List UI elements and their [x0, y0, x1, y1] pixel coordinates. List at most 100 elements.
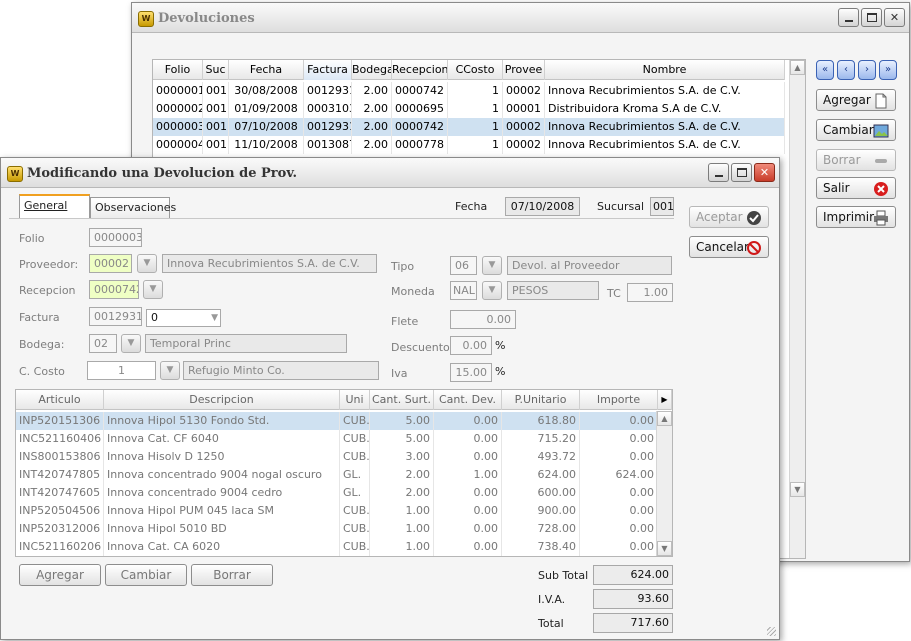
moneda-dropdown-icon[interactable]: ▼ [482, 281, 502, 300]
col-nombre[interactable]: Nombre [545, 60, 785, 80]
app-icon: W [7, 166, 23, 182]
exit-x-icon [874, 182, 888, 196]
scroll-down-arrow-icon[interactable]: ▼ [790, 482, 805, 497]
table-row[interactable]: 0000002 001 01/09/2008 0003103 2.00 0000… [153, 100, 785, 118]
col-articulo[interactable]: Articulo [16, 390, 104, 410]
item-row[interactable]: INT420747605 Innova concentrado 9004 cedr… [16, 484, 658, 502]
col-provee[interactable]: Provee [503, 60, 545, 80]
cell-descripcion: Innova concentrado 9004 cedro [104, 484, 340, 502]
factura-select[interactable]: 0 ▼ [146, 309, 221, 327]
factura-field: 0012931 [89, 307, 142, 326]
iva-field[interactable]: 15.00 [450, 363, 492, 382]
moneda-code-field[interactable]: NAL [450, 281, 477, 300]
cell-articulo: INP520312006 [16, 520, 104, 538]
aceptar-button[interactable]: Aceptar [689, 206, 769, 228]
proveedor-dropdown-icon[interactable]: ▼ [137, 254, 157, 273]
bodega-name-field: Temporal Princ [145, 334, 347, 353]
cell-descripcion: Innova Hipol 5010 BD [104, 520, 340, 538]
cell-importe: 0.00 [580, 412, 658, 430]
item-row[interactable]: INP520504506 Innova Hipol PUM 045 laca SM… [16, 502, 658, 520]
agregar-button[interactable]: Agregar [816, 89, 896, 111]
recepcion-field[interactable]: 0000742 [89, 280, 139, 299]
tipo-dropdown-icon[interactable]: ▼ [482, 256, 502, 275]
scroll-up-arrow-icon[interactable]: ▲ [657, 411, 672, 426]
col-cant-dev[interactable]: Cant. Dev. [434, 390, 502, 410]
tab-general-label: General [24, 199, 68, 212]
col-cant-surt[interactable]: Cant. Surt. [370, 390, 434, 410]
col-uni[interactable]: Uni [340, 390, 370, 410]
col-suc[interactable]: Suc [203, 60, 229, 80]
recepcion-dropdown-icon[interactable]: ▼ [143, 280, 163, 299]
bodega-dropdown-icon[interactable]: ▼ [121, 334, 141, 353]
maximize-button[interactable] [731, 163, 752, 182]
first-record-icon[interactable]: « [816, 60, 834, 80]
col-fecha[interactable]: Fecha [229, 60, 304, 80]
recepcion-label: Recepcion [19, 284, 76, 297]
cell-articulo: INP520151306 [16, 412, 104, 430]
col-factura[interactable]: Factura [304, 60, 352, 80]
flete-field[interactable]: 0.00 [450, 310, 516, 329]
borrar-button[interactable]: Borrar [816, 149, 896, 171]
add-row-button[interactable]: Agregar [19, 564, 101, 586]
item-row[interactable]: INP520151306 Innova Hipol 5130 Fondo Std.… [16, 412, 658, 430]
minimize-button[interactable] [708, 163, 729, 182]
table-scrollbar[interactable]: ▲ ▼ [789, 60, 805, 558]
table-row-selected[interactable]: 0000003 001 07/10/2008 0012931 2.00 0000… [153, 118, 785, 136]
sucursal-label: Sucursal [597, 200, 645, 213]
cancelar-button[interactable]: Cancelar [689, 236, 769, 258]
col-descripcion[interactable]: Descripcion [104, 390, 340, 410]
col-folio[interactable]: Folio [153, 60, 203, 80]
tab-observaciones[interactable]: Observaciones [90, 197, 176, 219]
ccosto-dropdown-icon[interactable]: ▼ [160, 361, 180, 380]
descuento-field[interactable]: 0.00 [450, 336, 492, 355]
col-punitario[interactable]: P.Unitario [502, 390, 580, 410]
item-row[interactable]: INC521160206 Innova Cat. CA 6020 CUB. 1.00 0… [16, 538, 658, 556]
last-record-icon[interactable]: » [879, 60, 897, 80]
table-row[interactable]: 0000004 001 11/10/2008 0013087 2.00 0000… [153, 136, 785, 154]
tipo-code-field[interactable]: 06 [450, 256, 477, 275]
cell-cant-dev: 0.00 [434, 412, 502, 430]
maximize-button[interactable] [861, 8, 882, 27]
item-row[interactable]: INP520312006 Innova Hipol 5010 BD CUB. 1.00… [16, 520, 658, 538]
cell-punitario: 715.20 [502, 430, 580, 448]
tab-divider [9, 218, 674, 219]
fecha-label: Fecha [455, 200, 488, 213]
item-row[interactable]: INS800153806 Innova Hisolv D 1250 CUB. 3.00… [16, 448, 658, 466]
col-ccosto[interactable]: CCosto [448, 60, 503, 80]
col-importe[interactable]: Importe [580, 390, 658, 410]
cell-cant-surt: 1.00 [370, 520, 434, 538]
col-recepcion[interactable]: Recepcion [392, 60, 448, 80]
items-scrollbar[interactable]: ▲ ▼ [656, 411, 672, 556]
checkmark-icon [747, 211, 761, 225]
close-button[interactable]: ✕ [754, 163, 775, 182]
item-row[interactable]: INC521160406 Innova Cat. CF 6040 CUB. 5.00 0… [16, 430, 658, 448]
change-row-button[interactable]: Cambiar [105, 564, 187, 586]
cell-uni: CUB. [340, 502, 370, 520]
cell-importe: 0.00 [580, 538, 658, 556]
salir-button[interactable]: Salir [816, 177, 896, 199]
tab-general[interactable]: General [19, 194, 90, 218]
cell-cant-dev: 1.00 [434, 466, 502, 484]
resize-grip-icon[interactable] [767, 627, 776, 636]
cell-descripcion: Innova Hipol PUM 045 laca SM [104, 502, 340, 520]
scroll-down-arrow-icon[interactable]: ▼ [657, 541, 672, 556]
item-row[interactable]: INT420747805 Innova concentrado 9004 noga… [16, 466, 658, 484]
proveedor-code-field[interactable]: 00002 [89, 254, 132, 273]
bodega-code-field[interactable]: 02 [89, 334, 117, 353]
total-field: 717.60 [593, 613, 673, 633]
close-button[interactable]: ✕ [884, 8, 905, 27]
dialog-titlebar: W Modificando una Devolucion de Prov. ✕ [1, 158, 779, 188]
col-bodega[interactable]: Bodega [352, 60, 392, 80]
scroll-right-arrow-icon[interactable]: ▶ [658, 390, 672, 410]
ccosto-code-field[interactable]: 1 [87, 361, 156, 380]
minimize-button[interactable] [838, 8, 859, 27]
imprimir-label: Imprimir [823, 210, 875, 224]
table-row[interactable]: 0000001 001 30/08/2008 0012931 2.00 0000… [153, 82, 785, 100]
delete-row-button[interactable]: Borrar [191, 564, 273, 586]
imprimir-button[interactable]: Imprimir [816, 206, 896, 228]
cambiar-button[interactable]: Cambiar [816, 119, 896, 141]
cell-articulo: INP520504506 [16, 502, 104, 520]
next-record-icon[interactable]: › [858, 60, 876, 80]
previous-record-icon[interactable]: ‹ [837, 60, 855, 80]
scroll-up-arrow-icon[interactable]: ▲ [790, 60, 805, 75]
